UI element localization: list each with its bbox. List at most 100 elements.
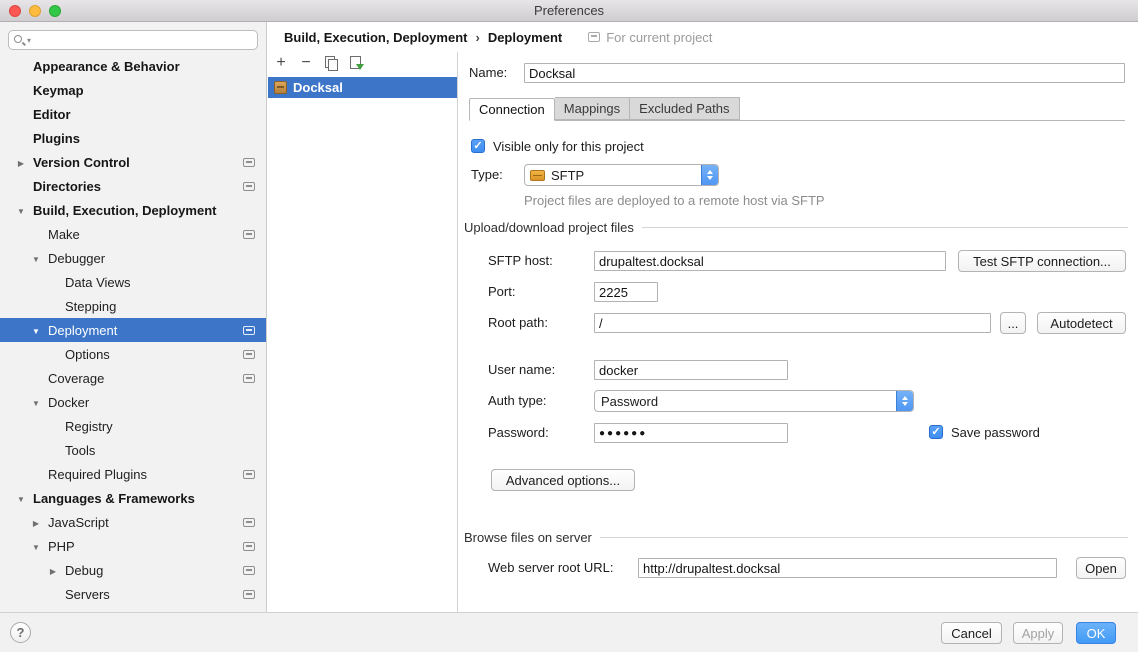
zoom-button[interactable] xyxy=(49,5,61,17)
sidebar-item-data-views[interactable]: Data Views xyxy=(0,270,266,294)
sidebar-item-stepping[interactable]: Stepping xyxy=(0,294,266,318)
port-row: Port: xyxy=(459,281,1138,303)
sidebar-item-debug[interactable]: Debug xyxy=(0,558,266,582)
visible-only-label[interactable]: Visible only for this project xyxy=(493,136,644,158)
chevron-down-icon[interactable] xyxy=(30,390,42,414)
settings-search-input[interactable] xyxy=(31,33,253,48)
copy-server-button[interactable] xyxy=(322,54,340,72)
save-password-label[interactable]: Save password xyxy=(951,422,1040,444)
user-name-field[interactable] xyxy=(594,360,788,380)
type-hint: Project files are deployed to a remote h… xyxy=(524,193,825,209)
sidebar-item-keymap[interactable]: Keymap xyxy=(0,78,266,102)
chevron-down-icon[interactable] xyxy=(15,486,27,510)
sidebar-item-label: Appearance & Behavior xyxy=(33,59,180,74)
sidebar-item-appearance-behavior[interactable]: Appearance & Behavior xyxy=(0,54,266,78)
sidebar-item-editor[interactable]: Editor xyxy=(0,102,266,126)
cancel-button[interactable]: Cancel xyxy=(941,622,1002,644)
port-field[interactable] xyxy=(594,282,658,302)
sidebar-item-make[interactable]: Make xyxy=(0,222,266,246)
name-field[interactable] xyxy=(524,63,1125,83)
chevron-right-icon[interactable] xyxy=(15,150,27,174)
settings-search[interactable]: ▾ xyxy=(8,30,258,50)
server-list-item-docksal[interactable]: Docksal xyxy=(268,77,457,98)
settings-sidebar: ▾ Appearance & Behavior Keymap Editor Pl… xyxy=(0,22,267,612)
sidebar-item-label: Directories xyxy=(33,179,101,194)
sidebar-item-directories[interactable]: Directories xyxy=(0,174,266,198)
sidebar-item-required-plugins[interactable]: Required Plugins xyxy=(0,462,266,486)
tab-excluded-paths[interactable]: Excluded Paths xyxy=(630,97,739,120)
chevron-right-icon[interactable] xyxy=(47,558,59,582)
sidebar-item-php[interactable]: PHP xyxy=(0,534,266,558)
chevron-down-icon[interactable] xyxy=(30,318,42,342)
chevron-down-icon[interactable] xyxy=(30,534,42,558)
test-sftp-connection-button[interactable]: Test SFTP connection... xyxy=(958,250,1126,272)
password-field[interactable] xyxy=(594,423,788,443)
sidebar-item-plugins[interactable]: Plugins xyxy=(0,126,266,150)
ok-button[interactable]: OK xyxy=(1076,622,1116,644)
type-row: Type: SFTP xyxy=(459,164,1138,186)
minus-icon xyxy=(301,54,310,72)
sidebar-item-label: Plugins xyxy=(33,131,80,146)
auth-type-dropdown[interactable]: Password xyxy=(594,390,914,412)
minimize-button[interactable] xyxy=(29,5,41,17)
window-title: Preferences xyxy=(0,0,1138,22)
sidebar-item-servers[interactable]: Servers xyxy=(0,582,266,606)
sidebar-item-deployment[interactable]: Deployment xyxy=(0,318,266,342)
type-label: Type: xyxy=(471,164,503,186)
paste-server-button[interactable] xyxy=(347,54,365,72)
visible-only-checkbox[interactable] xyxy=(471,139,485,153)
autodetect-button[interactable]: Autodetect xyxy=(1037,312,1126,334)
browse-root-path-button[interactable]: ... xyxy=(1000,312,1026,334)
type-dropdown[interactable]: SFTP xyxy=(524,164,719,186)
sidebar-item-label: Stepping xyxy=(65,299,116,314)
sidebar-item-debugger[interactable]: Debugger xyxy=(0,246,266,270)
remove-server-button[interactable] xyxy=(297,54,315,72)
preferences-window: Preferences ▾ Appearance & Behavior Keym… xyxy=(0,0,1138,652)
sidebar-item-javascript[interactable]: JavaScript xyxy=(0,510,266,534)
project-scope-icon xyxy=(243,518,255,527)
sftp-host-label: SFTP host: xyxy=(488,250,553,272)
server-list-panel: Docksal xyxy=(268,52,458,612)
upload-section-title: Upload/download project files xyxy=(464,220,634,235)
chevron-down-icon[interactable] xyxy=(30,246,42,270)
scope-icon xyxy=(588,32,600,42)
apply-button[interactable]: Apply xyxy=(1013,622,1063,644)
sidebar-item-registry[interactable]: Registry xyxy=(0,414,266,438)
section-divider xyxy=(600,537,1128,538)
deployment-config-panel: Name: Connection Mappings Excluded Paths… xyxy=(459,52,1138,612)
sidebar-item-label: JavaScript xyxy=(48,515,109,530)
sidebar-item-docker[interactable]: Docker xyxy=(0,390,266,414)
sidebar-item-tools[interactable]: Tools xyxy=(0,438,266,462)
password-row: Password: Save password xyxy=(459,422,1138,444)
sidebar-item-label: Debugger xyxy=(48,251,105,266)
sidebar-item-coverage[interactable]: Coverage xyxy=(0,366,266,390)
web-root-field[interactable] xyxy=(638,558,1057,578)
sidebar-item-label: Editor xyxy=(33,107,71,122)
sftp-host-field[interactable] xyxy=(594,251,946,271)
root-path-field[interactable] xyxy=(594,313,991,333)
project-scope-icon xyxy=(243,374,255,383)
chevron-right-icon[interactable] xyxy=(30,510,42,534)
user-name-label: User name: xyxy=(488,359,555,381)
sidebar-item-version-control[interactable]: Version Control xyxy=(0,150,266,174)
help-button[interactable]: ? xyxy=(10,622,31,643)
port-label: Port: xyxy=(488,281,515,303)
project-scope-icon xyxy=(243,590,255,599)
tab-connection[interactable]: Connection xyxy=(469,98,555,121)
settings-tree: Appearance & Behavior Keymap Editor Plug… xyxy=(0,54,266,606)
stepper-icon xyxy=(896,391,913,411)
titlebar: Preferences xyxy=(0,0,1138,22)
close-button[interactable] xyxy=(9,5,21,17)
save-password-checkbox[interactable] xyxy=(929,425,943,439)
sidebar-item-options[interactable]: Options xyxy=(0,342,266,366)
open-button[interactable]: Open xyxy=(1076,557,1126,579)
tab-mappings[interactable]: Mappings xyxy=(555,97,630,120)
chevron-down-icon[interactable] xyxy=(15,198,27,222)
sidebar-item-build-execution-deployment[interactable]: Build, Execution, Deployment xyxy=(0,198,266,222)
breadcrumb-parent[interactable]: Build, Execution, Deployment xyxy=(284,30,467,45)
web-root-row: Web server root URL: Open xyxy=(459,557,1138,579)
advanced-options-row: Advanced options... xyxy=(459,469,1138,491)
advanced-options-button[interactable]: Advanced options... xyxy=(491,469,635,491)
add-server-button[interactable] xyxy=(272,54,290,72)
sidebar-item-languages-frameworks[interactable]: Languages & Frameworks xyxy=(0,486,266,510)
